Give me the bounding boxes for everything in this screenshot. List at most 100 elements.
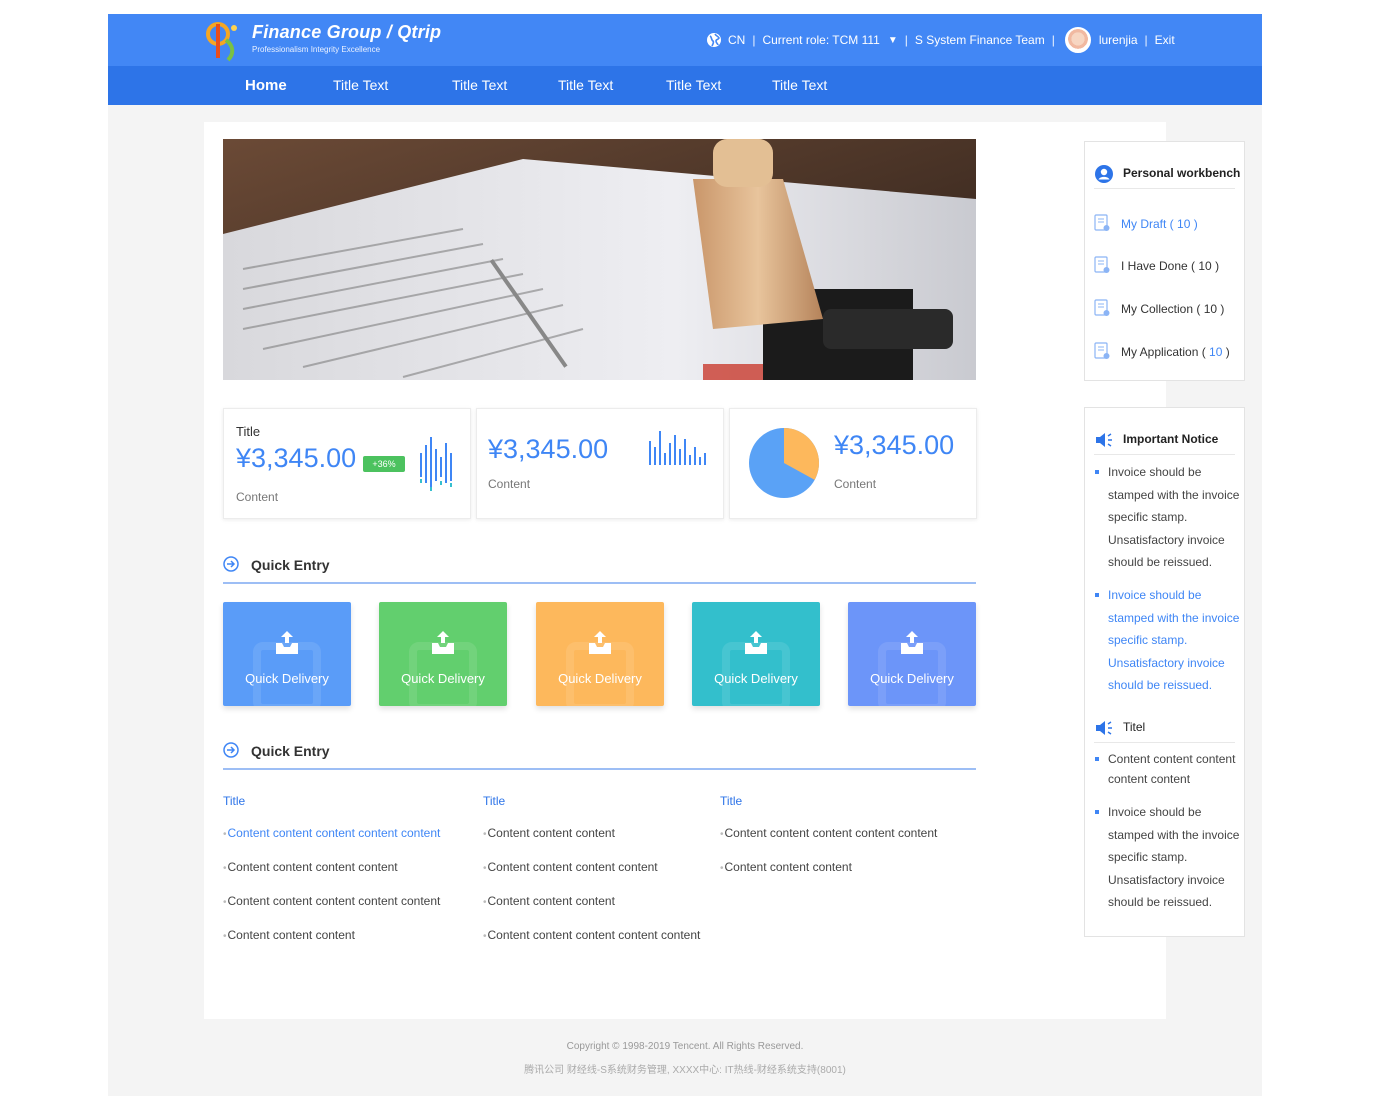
- footer-info: 腾讯公司 财经线-S系统财务管理, XXXX中心: IT热线-财经系统支持(80…: [524, 1065, 846, 1076]
- document-check-icon: [1094, 214, 1110, 231]
- banner-illustration: [223, 139, 976, 380]
- quick-delivery-tile-5[interactable]: Quick Delivery: [848, 602, 976, 706]
- link-column-1: Title •Content content content content c…: [223, 794, 440, 952]
- notice-header: Important Notice: [1094, 423, 1235, 455]
- bullet: •: [483, 863, 487, 874]
- megaphone-icon: [1096, 433, 1112, 447]
- globe-icon[interactable]: [706, 32, 722, 48]
- item-count: 10: [1177, 217, 1191, 231]
- username[interactable]: lurenjia: [1099, 33, 1138, 47]
- list-item-link[interactable]: •Content content content: [720, 850, 937, 884]
- pie-chart: [749, 428, 819, 498]
- link-column-2: Title •Content content content •Content …: [483, 794, 700, 952]
- notice-panel: Important Notice Invoice should be stamp…: [1084, 407, 1245, 937]
- nav-item-title-4[interactable]: Title Text: [666, 66, 721, 105]
- enter-arrow-icon: [223, 742, 239, 758]
- notice-item[interactable]: Invoice should be stamped with the invoi…: [1094, 801, 1246, 914]
- nav-item-home[interactable]: Home: [245, 66, 287, 105]
- list-item-link[interactable]: •Content content content content content: [223, 884, 440, 918]
- exit-link[interactable]: Exit: [1155, 33, 1175, 47]
- list-item-link[interactable]: •Content content content: [483, 816, 700, 850]
- footer-copyright: Copyright © 1998-2019 Tencent. All Right…: [566, 1041, 804, 1052]
- nav-item-title-2[interactable]: Title Text: [452, 66, 507, 105]
- quick-links-header: Quick Entry: [223, 740, 976, 770]
- quick-delivery-tile-4[interactable]: Quick Delivery: [692, 602, 820, 706]
- bullet: •: [223, 863, 227, 874]
- quick-entry-header: Quick Entry: [223, 554, 976, 584]
- list-item-link[interactable]: •Content content content content content: [223, 816, 440, 850]
- link-column-3: Title •Content content content content c…: [720, 794, 937, 884]
- divider: |: [1051, 33, 1055, 47]
- quick-delivery-tile-3[interactable]: Quick Delivery: [536, 602, 664, 706]
- caret-down-icon[interactable]: ▼: [888, 35, 898, 46]
- section-title: Quick Entry: [251, 743, 330, 759]
- tile-label: Quick Delivery: [714, 671, 798, 686]
- divider: |: [904, 33, 908, 47]
- stat-value: ¥3,345.00: [834, 430, 955, 460]
- stat-title: Title: [236, 424, 261, 439]
- brand-title: Finance Group / Qtrip: [252, 22, 442, 42]
- bullet: •: [483, 829, 487, 840]
- main-content: Title ¥3,345.00 +36% Content ¥3,345.00 C…: [204, 122, 1245, 1019]
- tile-label: Quick Delivery: [870, 671, 954, 686]
- inbox-upload-icon: [589, 631, 611, 654]
- column-title: Title: [223, 794, 246, 808]
- list-item-link[interactable]: •Content content content content content: [483, 918, 700, 952]
- column-title: Title: [720, 794, 743, 808]
- nav-item-title-5[interactable]: Title Text: [772, 66, 827, 105]
- list-item-link[interactable]: •Content content content content content: [720, 816, 937, 850]
- inbox-upload-icon: [901, 631, 923, 654]
- stat-card-2: ¥3,345.00 Content: [476, 408, 724, 519]
- app-frame: Finance Group / Qtrip Professionalism In…: [108, 14, 1262, 1096]
- list-item-link[interactable]: •Content content content: [223, 918, 440, 952]
- top-header: Finance Group / Qtrip Professionalism In…: [108, 14, 1262, 66]
- qtrip-logo-icon: [206, 22, 237, 62]
- panel-title: Titel: [1123, 720, 1146, 734]
- bullet: •: [483, 897, 487, 908]
- bar-chart-icon: [649, 431, 706, 465]
- tile-label: Quick Delivery: [401, 671, 485, 686]
- column-title: Title: [483, 794, 506, 808]
- bullet: •: [223, 829, 227, 840]
- avatar[interactable]: [1064, 27, 1091, 53]
- language-switch[interactable]: CN: [728, 33, 745, 47]
- role-selector[interactable]: Current role: TCM 111: [762, 33, 879, 47]
- panel-title: Important Notice: [1123, 432, 1219, 446]
- quick-delivery-tile-1[interactable]: Quick Delivery: [223, 602, 351, 706]
- nav-item-title-3[interactable]: Title Text: [558, 66, 613, 105]
- titel-header: Titel: [1094, 711, 1235, 743]
- bullet: •: [223, 931, 227, 942]
- bullet: •: [720, 829, 724, 840]
- document-check-icon: [1094, 299, 1110, 316]
- user-bar: CN | Current role: TCM 111 ▼ | S System …: [706, 14, 1175, 66]
- inbox-upload-icon: [432, 631, 454, 654]
- growth-badge: +36%: [363, 456, 405, 472]
- user-circle-icon: [1095, 165, 1113, 183]
- panel-title: Personal workbench: [1123, 166, 1241, 180]
- notice-item[interactable]: Invoice should be stamped with the invoi…: [1094, 461, 1246, 574]
- stat-value: ¥3,345.00: [236, 443, 357, 473]
- notice-item-highlighted[interactable]: Invoice should be stamped with the invoi…: [1094, 584, 1246, 697]
- divider: |: [752, 33, 756, 47]
- section-title: Quick Entry: [251, 557, 330, 573]
- item-count: 10: [1198, 259, 1212, 273]
- workbench-header: Personal workbench: [1094, 157, 1240, 189]
- bullet: •: [720, 863, 724, 874]
- list-item-link[interactable]: •Content content content: [483, 884, 700, 918]
- stat-sub: Content: [236, 490, 279, 504]
- enter-arrow-icon: [223, 556, 239, 572]
- nav-item-title-1[interactable]: Title Text: [333, 66, 388, 105]
- inbox-upload-icon: [745, 631, 767, 654]
- bullet: •: [223, 897, 227, 908]
- equalizer-bars-icon: [420, 437, 452, 491]
- notice-item[interactable]: Content content content content content: [1094, 749, 1246, 789]
- quick-delivery-tile-2[interactable]: Quick Delivery: [379, 602, 507, 706]
- inbox-upload-icon: [276, 631, 298, 654]
- workbench-panel: Personal workbench My Draft ( 10 ) I Hav…: [1084, 141, 1245, 381]
- main-nav: Home Title Text Title Text Title Text Ti…: [108, 66, 1262, 105]
- item-count: 10: [1209, 345, 1223, 359]
- team-name: S System Finance Team: [914, 33, 1045, 47]
- list-item-link[interactable]: •Content content content content: [223, 850, 440, 884]
- stat-value: ¥3,345.00: [488, 434, 609, 464]
- list-item-link[interactable]: •Content content content content: [483, 850, 700, 884]
